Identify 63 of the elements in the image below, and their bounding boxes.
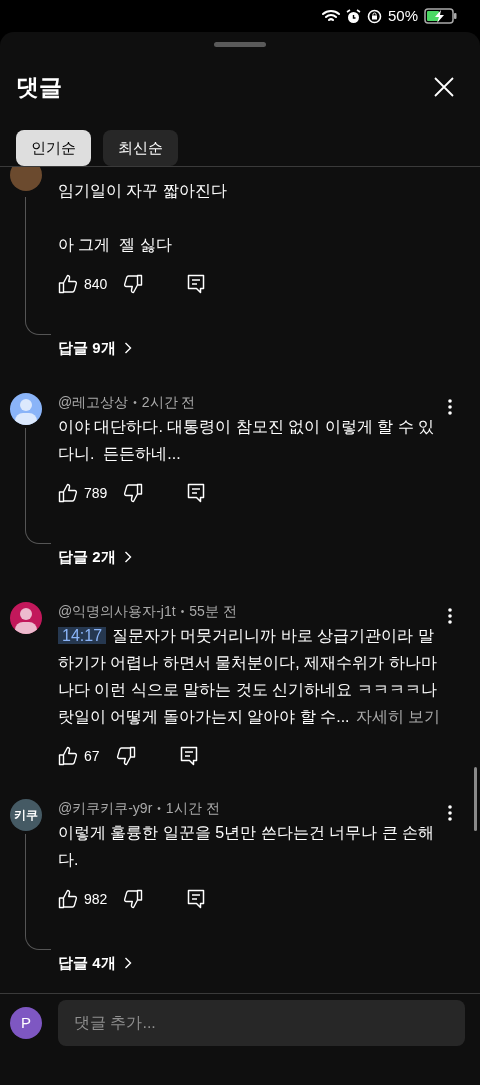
- close-icon: [434, 77, 454, 97]
- reply-comment-icon: [187, 274, 206, 294]
- comment-author[interactable]: @키쿠키쿠-y9r: [58, 797, 153, 819]
- comment-text: 14:17 질문자가 머뭇거리니까 바로 상급기관이라 말하기가 어렵나 하면서 물처분이다, 제재수위가 하나마나다 이런 식으로 말하는 것도 신기하네요 ㅋㅋㅋㅋ나랏일이 어떻게 돌아가는지 알아야 할 수... 자세히 보기: [58, 626, 441, 727]
- replies-count: 답글 9개: [58, 337, 116, 358]
- reply-comment-icon: [187, 483, 206, 503]
- comment-time: 55분 전: [189, 601, 237, 621]
- alarm-clock-icon: [345, 8, 361, 24]
- more-icon: [448, 608, 452, 624]
- sheet-title: 댓글: [16, 72, 62, 102]
- close-button[interactable]: [432, 75, 456, 99]
- thumbs-up-icon: [58, 746, 78, 766]
- sort-tab[interactable]: 최신순: [103, 130, 178, 166]
- thumbs-up-icon: [58, 889, 78, 909]
- read-more-link[interactable]: 자세히 보기: [355, 708, 440, 725]
- comment-input-field[interactable]: 댓글 추가...: [58, 1000, 465, 1046]
- sort-tab[interactable]: 인기순: [16, 130, 91, 166]
- reply-comment-icon: [179, 746, 198, 766]
- thumbs-up-icon: [58, 274, 78, 294]
- battery-percentage: 50%: [387, 5, 418, 26]
- comment-text: 아 그게 젤 싫다: [58, 235, 173, 255]
- more-icon: [448, 805, 452, 821]
- thumbs-down-icon: [123, 889, 144, 909]
- comment-time: 2시간 전: [141, 392, 196, 412]
- avatar: 키쿠: [10, 799, 42, 831]
- like-count: 840: [84, 274, 108, 294]
- more-icon: [448, 399, 452, 415]
- thumbs-down-icon: [123, 274, 144, 294]
- separator-dot: •: [180, 604, 185, 619]
- replies-link[interactable]: 답글 9개: [58, 336, 132, 360]
- chevron-right-icon: [123, 551, 132, 563]
- comment-text: 이야 대단하다. 대통령이 참모진 없이 이렇게 할 수 있다니. 든든하네...: [58, 417, 435, 464]
- replies-count: 답글 2개: [58, 546, 116, 567]
- like-button[interactable]: 982: [58, 885, 108, 913]
- comment-text: 임기일이 자꾸 짧아진다: [58, 181, 228, 201]
- like-count: 67: [84, 746, 100, 766]
- like-count: 982: [84, 889, 108, 909]
- separator-dot: •: [157, 801, 161, 816]
- scrollbar[interactable]: [474, 767, 477, 831]
- chevron-right-icon: [123, 342, 132, 354]
- replies-count: 답글 4개: [58, 952, 116, 973]
- comment-time: 1시간 전: [165, 798, 220, 818]
- user-avatar: P: [10, 1007, 42, 1039]
- comment-text: 이렇게 훌륭한 일꾼을 5년만 쓴다는건 너무나 큰 손해다.: [58, 823, 435, 870]
- like-count: 789: [84, 483, 108, 503]
- thumbs-down-icon: [123, 483, 144, 503]
- chevron-right-icon: [123, 957, 132, 969]
- separator-dot: •: [133, 395, 137, 410]
- thumbs-up-icon: [58, 483, 78, 503]
- like-button[interactable]: 840: [58, 270, 108, 298]
- battery-charging-icon: [424, 8, 458, 24]
- rotation-lock-icon: [366, 8, 382, 24]
- timestamp-link[interactable]: 14:17: [58, 627, 107, 644]
- replies-link[interactable]: 답글 4개: [58, 951, 132, 975]
- replies-link[interactable]: 답글 2개: [58, 545, 132, 569]
- like-button[interactable]: 789: [58, 479, 108, 507]
- reply-comment-icon: [187, 889, 206, 909]
- comment-author[interactable]: @익명의사용자-j1t: [58, 600, 176, 622]
- comment-author[interactable]: @레고상상: [58, 391, 129, 413]
- wifi-icon: [321, 9, 340, 23]
- drag-handle[interactable]: [214, 41, 266, 47]
- like-button[interactable]: 67: [58, 742, 100, 770]
- thumbs-down-icon: [115, 746, 136, 766]
